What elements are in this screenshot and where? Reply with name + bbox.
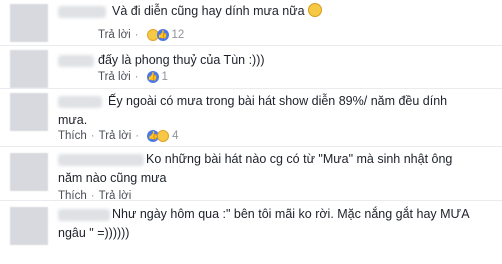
divider	[0, 200, 502, 201]
reaction-count: 1	[161, 71, 168, 83]
reactions-summary[interactable]: 👍 4	[147, 130, 179, 142]
avatar[interactable]	[10, 50, 48, 88]
haha-reaction-icon	[157, 130, 170, 142]
reply-button[interactable]: Trả lời	[98, 71, 131, 83]
reactions-summary[interactable]: 👍 1	[146, 71, 168, 83]
comment-actions: Trả lời · 👍 12	[98, 29, 185, 41]
divider	[0, 45, 502, 46]
divider	[0, 146, 502, 147]
like-reaction-icon: 👍	[156, 29, 169, 41]
comment-text: đấy là phong thuỷ của Tùn :)))	[98, 53, 265, 67]
comment-text: Ếy ngoài có mưa trong bài hát show diễn …	[58, 94, 448, 127]
reaction-count: 12	[171, 29, 185, 41]
comment-text: Như ngày hôm qua :" bên tôi mãi ko rời. …	[58, 207, 470, 240]
reply-button[interactable]: Trả lời	[98, 29, 131, 41]
reactions-summary[interactable]: 👍 12	[146, 29, 185, 41]
comment-actions: Trả lời · 👍 1	[98, 71, 168, 83]
commenter-name[interactable]	[58, 55, 94, 67]
comment-text: Và đi diễn cũng hay dính mưa nữa	[112, 4, 305, 18]
reply-button[interactable]: Trả lời	[99, 130, 132, 142]
comment-text: Ko những bài hát nào cg có từ "Mưa" mà s…	[58, 152, 453, 185]
reaction-count: 4	[172, 130, 179, 142]
like-button[interactable]: Thích	[58, 130, 87, 142]
divider	[0, 88, 502, 89]
avatar[interactable]	[10, 207, 48, 245]
comment-actions: Thích · Trả lời · 👍 4	[58, 130, 179, 142]
avatar[interactable]	[10, 4, 48, 42]
like-reaction-icon: 👍	[146, 71, 159, 83]
avatar[interactable]	[10, 93, 48, 131]
comment-feed: Và đi diễn cũng hay dính mưa nữa Trả lời…	[0, 0, 502, 264]
commenter-name[interactable]	[58, 6, 106, 18]
avatar[interactable]	[10, 153, 48, 191]
laughing-emoji-icon	[307, 3, 322, 17]
